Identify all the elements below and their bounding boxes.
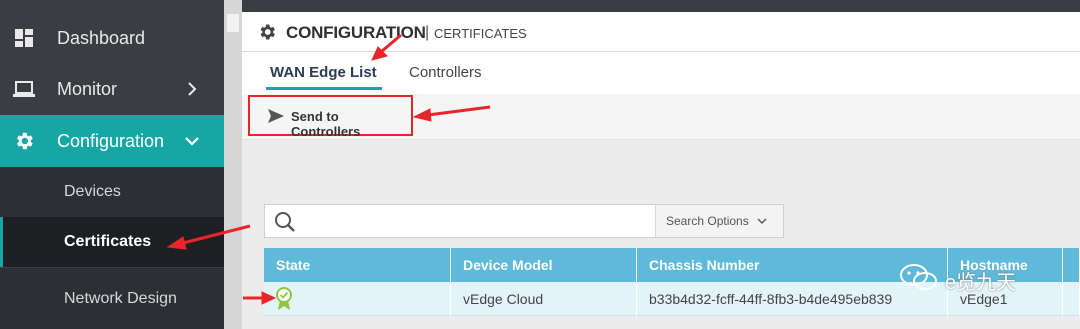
more-cell (1063, 282, 1080, 316)
sidebar-item-monitor[interactable]: Monitor (0, 65, 224, 113)
chevron-down-icon (184, 133, 200, 149)
sidebar-subitem-label: Network Design (64, 289, 177, 307)
search-options-dropdown[interactable]: Search Options (655, 205, 783, 237)
sidebar-item-label: Monitor (57, 78, 118, 99)
watermark-text: e览九天 (945, 271, 1017, 294)
sidebar-item-dashboard[interactable]: Dashboard (0, 14, 224, 62)
active-tab-indicator (266, 87, 382, 90)
send-to-controllers-button[interactable]: Send to Controllers (248, 95, 413, 139)
page-header: CONFIGURATION | CERTIFICATES (242, 12, 1080, 52)
sidebar-subitem-label: Devices (64, 183, 121, 200)
search-icon (274, 211, 296, 238)
monitor-icon (13, 78, 35, 100)
gear-icon (13, 130, 35, 152)
send-to-controllers-label: Send to Controllers (291, 109, 361, 139)
tab-controllers[interactable]: Controllers (409, 64, 482, 81)
top-bar (242, 0, 1080, 12)
send-icon (268, 109, 284, 128)
state-cell (264, 282, 451, 316)
column-header-more (1063, 248, 1080, 282)
sidebar: Dashboard Monitor Configuration Devices … (0, 0, 224, 329)
search-bar: Search Options (264, 204, 784, 238)
page-subtitle: CERTIFICATES (434, 26, 527, 41)
search-options-label: Search Options (666, 214, 749, 228)
tab-wan-edge-list[interactable]: WAN Edge List (270, 64, 377, 81)
wechat-icon (899, 262, 939, 298)
device-model-cell: vEdge Cloud (451, 282, 637, 316)
gear-icon (257, 22, 277, 47)
watermark: e览九天 (899, 262, 1016, 298)
sidebar-subitem-certificates[interactable]: Certificates (0, 217, 224, 267)
sidebar-item-label: Configuration (57, 130, 165, 151)
tab-bar: WAN Edge List Controllers (242, 52, 1080, 94)
title-separator: | (425, 24, 430, 41)
action-bar: Send to Controllers (242, 94, 1080, 140)
sidebar-subitem-network-design[interactable]: Network Design (0, 268, 224, 329)
column-header-device-model[interactable]: Device Model (451, 248, 637, 282)
dashboard-icon (13, 27, 35, 49)
page-title: CONFIGURATION (286, 23, 426, 42)
column-header-state[interactable]: State (264, 248, 451, 282)
sidebar-item-label: Dashboard (57, 27, 146, 48)
scroll-strip (224, 0, 242, 329)
sidebar-subitem-devices[interactable]: Devices (0, 167, 224, 217)
sidebar-subitem-label: Certificates (64, 233, 152, 250)
certificate-ok-icon (276, 287, 292, 323)
sidebar-item-configuration[interactable]: Configuration (0, 115, 224, 167)
chevron-down-icon (757, 214, 767, 228)
scroll-strip-top (227, 14, 239, 32)
chevron-right-icon (184, 81, 200, 97)
